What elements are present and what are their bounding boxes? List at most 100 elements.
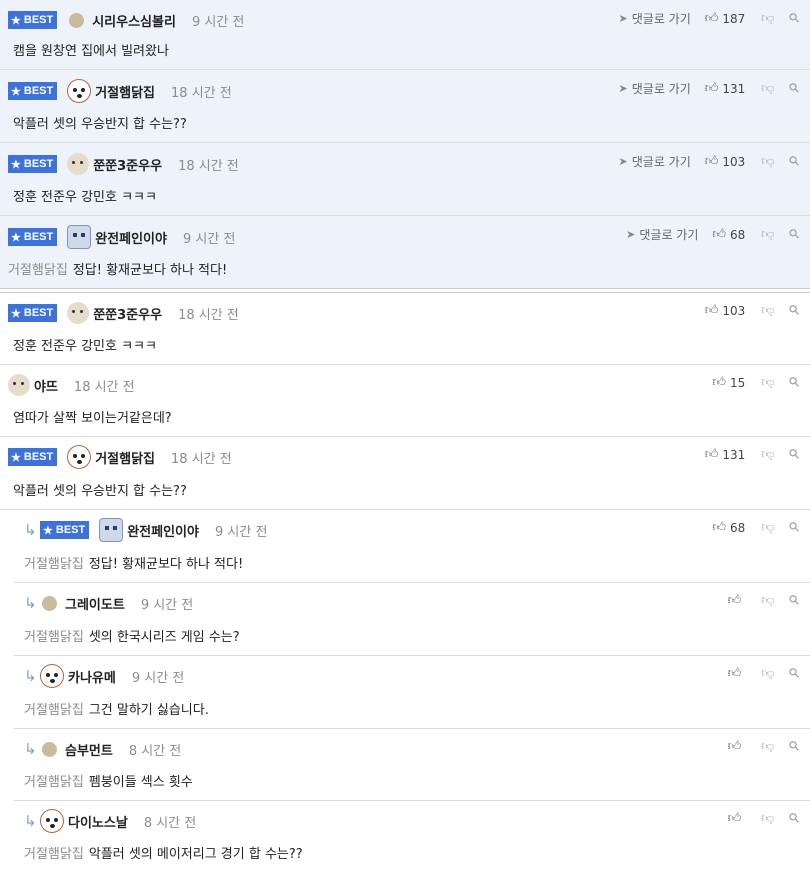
avatar[interactable] bbox=[8, 374, 30, 396]
comment-text: 악플러 셋의 우승반지 합 수는?? bbox=[13, 484, 187, 499]
dislike-button[interactable]: 👎︎ bbox=[761, 303, 774, 318]
goto-comment-link[interactable]: ➤ 댓글로 가기 bbox=[619, 10, 691, 27]
author-name[interactable]: 카나유메 bbox=[68, 667, 116, 686]
avatar[interactable] bbox=[40, 664, 64, 688]
link-icon[interactable]: ⚲ bbox=[787, 302, 804, 319]
link-icon[interactable]: ⚲ bbox=[787, 519, 804, 536]
best-badge: ★ BEST bbox=[8, 82, 58, 100]
like-button[interactable]: 👍︎ 187 bbox=[705, 11, 746, 26]
reply-arrow-icon: ↳ bbox=[24, 740, 37, 758]
avatar[interactable] bbox=[67, 79, 92, 103]
avatar[interactable] bbox=[99, 518, 124, 542]
timestamp: 9 시간 전 bbox=[182, 231, 236, 247]
like-button[interactable]: 👍︎ 103 bbox=[705, 154, 746, 169]
author-name[interactable]: 다이노스날 bbox=[68, 812, 128, 831]
like-button[interactable]: 👍︎ bbox=[728, 739, 746, 754]
timestamp: 8 시간 전 bbox=[143, 815, 197, 831]
author-name[interactable]: 시리우스심볼리 bbox=[92, 11, 176, 30]
comment-tools: 👍︎ 👎︎ ⚲ bbox=[728, 665, 804, 682]
like-count: 187 bbox=[722, 11, 746, 26]
author-name[interactable]: 슴부먼트 bbox=[65, 740, 113, 759]
goto-comment-link[interactable]: ➤ 댓글로 가기 bbox=[626, 226, 698, 243]
comment-header: ★ BEST 쭌쭌3준우우 18 시간 전 bbox=[8, 153, 239, 175]
comment-text: 염따가 살짝 보이는거같은데? bbox=[13, 411, 172, 426]
author-name[interactable]: 거절햄닭집 bbox=[95, 448, 155, 467]
comment-text: 거절햄닭집 펨붕이들 섹스 횟수 bbox=[24, 775, 193, 790]
link-icon[interactable]: ⚲ bbox=[787, 374, 804, 391]
avatar[interactable] bbox=[42, 741, 57, 757]
best-comments: ★ BEST 시리우스심볼리 9 시간 전 ➤ 댓글로 가기 👍︎ 187 👎︎ ⚲ … bbox=[0, 0, 810, 288]
goto-comment-link[interactable]: ➤ 댓글로 가기 bbox=[619, 80, 691, 97]
avatar[interactable] bbox=[67, 445, 92, 469]
author-name[interactable]: 쭌쭌3준우우 bbox=[93, 155, 162, 174]
timestamp: 18 시간 전 bbox=[171, 451, 232, 467]
link-icon[interactable]: ⚲ bbox=[787, 592, 804, 609]
avatar[interactable] bbox=[69, 12, 85, 28]
link-icon[interactable]: ⚲ bbox=[787, 738, 804, 755]
comment-header: ★ BEST 거절햄닭집 18 시간 전 bbox=[8, 79, 232, 103]
like-button[interactable]: 👍︎ bbox=[728, 666, 746, 681]
comment: 야뜨 18 시간 전 👍︎ 15 👎︎ ⚲ 염따가 살짝 보이는거같은데? bbox=[0, 365, 810, 437]
author-name[interactable]: 그레이도트 bbox=[65, 594, 125, 613]
author-name[interactable]: 거절햄닭집 bbox=[95, 82, 155, 101]
author-name[interactable]: 완전페인이야 bbox=[95, 228, 167, 247]
avatar[interactable] bbox=[67, 153, 90, 175]
avatar[interactable] bbox=[67, 225, 92, 249]
like-button[interactable]: 👍︎ bbox=[728, 811, 746, 826]
avatar[interactable] bbox=[42, 595, 57, 611]
like-button[interactable]: 👍︎ 15 bbox=[712, 375, 745, 390]
dislike-button[interactable]: 👎︎ bbox=[761, 11, 774, 26]
link-icon[interactable]: ⚲ bbox=[787, 153, 804, 170]
comment-header: ↳ 그레이도트 9 시간 전 bbox=[24, 593, 193, 613]
like-button[interactable]: 👍︎ 131 bbox=[705, 81, 746, 96]
dislike-button[interactable]: 👎︎ bbox=[761, 811, 774, 826]
timestamp: 8 시간 전 bbox=[128, 743, 182, 759]
like-button[interactable]: 👍︎ 103 bbox=[705, 303, 746, 318]
dislike-button[interactable]: 👎︎ bbox=[761, 154, 774, 169]
link-icon[interactable]: ⚲ bbox=[787, 446, 804, 463]
comment-header: ★ BEST 시리우스심볼리 9 시간 전 bbox=[8, 10, 244, 30]
best-badge: ★ BEST bbox=[8, 11, 58, 29]
avatar[interactable] bbox=[67, 302, 90, 324]
comment-tools: 👍︎ 103 👎︎ ⚲ bbox=[705, 302, 804, 319]
dislike-button[interactable]: 👎︎ bbox=[761, 520, 774, 535]
comment: ★ BEST 쭌쭌3준우우 18 시간 전 👍︎ 103 👎︎ ⚲ 정훈 전준우 강… bbox=[0, 293, 810, 365]
comment-text: 캠을 원창연 집에서 빌려왔나 bbox=[13, 44, 169, 59]
author-name[interactable]: 완전페인이야 bbox=[127, 521, 199, 540]
dislike-button[interactable]: 👎︎ bbox=[761, 593, 774, 608]
author-name[interactable]: 야뜨 bbox=[34, 376, 58, 395]
like-button[interactable]: 👍︎ 131 bbox=[705, 447, 746, 462]
like-button[interactable]: 👍︎ bbox=[728, 593, 746, 608]
dislike-button[interactable]: 👎︎ bbox=[761, 666, 774, 681]
best-comment: ★ BEST 쭌쭌3준우우 18 시간 전 ➤ 댓글로 가기 👍︎ 103 👎︎ ⚲ … bbox=[0, 143, 810, 216]
dislike-button[interactable]: 👎︎ bbox=[761, 227, 774, 242]
comment-header: ↳ ★ BEST 완전페인이야 9 시간 전 bbox=[24, 518, 267, 542]
dislike-button[interactable]: 👎︎ bbox=[761, 375, 774, 390]
avatar[interactable] bbox=[40, 809, 64, 833]
best-comment: ★ BEST 시리우스심볼리 9 시간 전 ➤ 댓글로 가기 👍︎ 187 👎︎ ⚲ … bbox=[0, 0, 810, 70]
best-badge: ★ BEST bbox=[40, 521, 90, 539]
dislike-button[interactable]: 👎︎ bbox=[761, 447, 774, 462]
link-icon[interactable]: ⚲ bbox=[787, 665, 804, 682]
reply-list: ↳ ★ BEST 완전페인이야 9 시간 전 👍︎ 68 👎︎ ⚲ 거절햄닭집 정답!… bbox=[14, 510, 810, 871]
comment-text: 거절햄닭집 그건 말하기 싫습니다. bbox=[24, 703, 209, 718]
link-icon[interactable]: ⚲ bbox=[787, 80, 804, 97]
like-button[interactable]: 👍︎ 68 bbox=[712, 520, 745, 535]
link-icon[interactable]: ⚲ bbox=[787, 226, 804, 243]
like-count: 131 bbox=[722, 447, 746, 462]
like-count: 15 bbox=[729, 375, 746, 390]
comment-text: 정훈 전준우 강민호 ㅋㅋㅋ bbox=[13, 339, 157, 354]
comment-tools: 👍︎ 👎︎ ⚲ bbox=[728, 810, 804, 827]
goto-comment-link[interactable]: ➤ 댓글로 가기 bbox=[619, 153, 691, 170]
timestamp: 18 시간 전 bbox=[171, 85, 232, 101]
like-button[interactable]: 👍︎ 68 bbox=[712, 227, 745, 242]
link-icon[interactable]: ⚲ bbox=[787, 810, 804, 827]
reply-comment: ↳ 그레이도트 9 시간 전 👍︎ 👎︎ ⚲ 거절햄닭집 셋의 한국시리즈 게임 … bbox=[14, 583, 810, 656]
author-name[interactable]: 쭌쭌3준우우 bbox=[93, 304, 162, 323]
dislike-button[interactable]: 👎︎ bbox=[761, 739, 774, 754]
reply-arrow-icon: ↳ bbox=[24, 521, 37, 539]
dislike-button[interactable]: 👎︎ bbox=[761, 81, 774, 96]
link-icon[interactable]: ⚲ bbox=[787, 10, 804, 27]
mention: 거절햄닭집 bbox=[8, 263, 68, 278]
comment-tools: 👍︎ 68 👎︎ ⚲ bbox=[712, 519, 804, 536]
